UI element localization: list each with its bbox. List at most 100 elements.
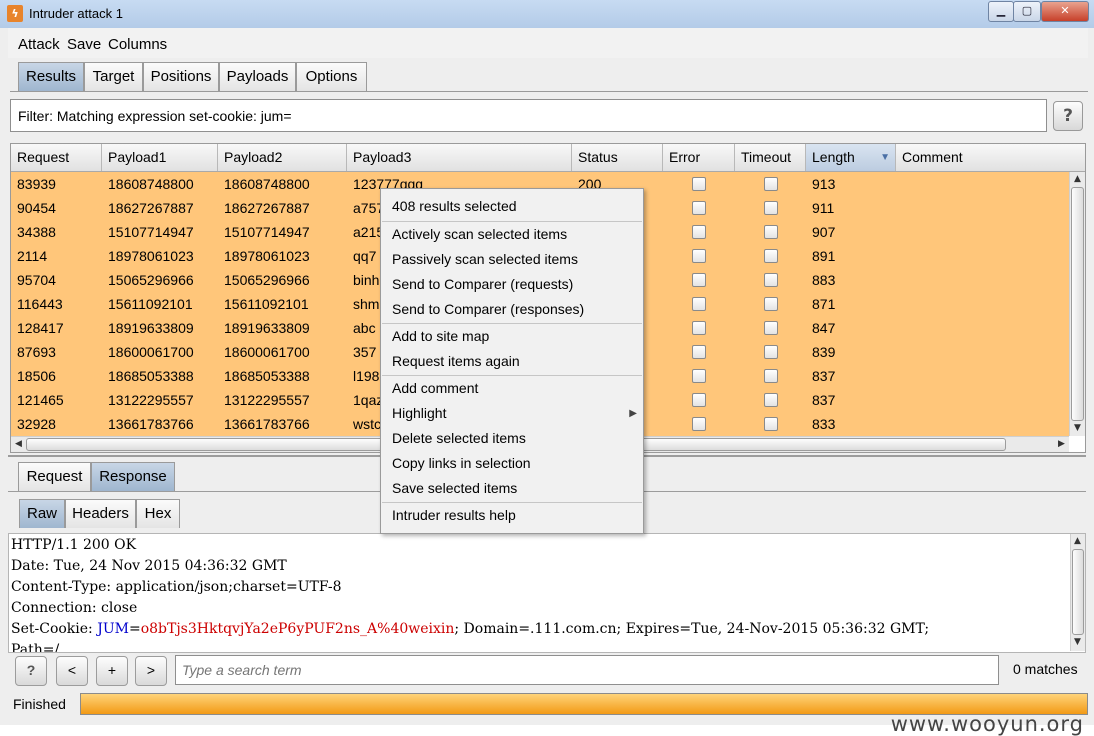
- timeout-checkbox: [764, 393, 778, 407]
- filter-bar[interactable]: Filter: Matching expression set-cookie: …: [10, 99, 1047, 132]
- col-request[interactable]: Request: [11, 144, 102, 171]
- cell-comment: [896, 220, 1069, 244]
- cell-p1: 18627267887: [108, 200, 194, 216]
- timeout-checkbox: [764, 177, 778, 191]
- editor-scroll-thumb[interactable]: [1072, 549, 1084, 635]
- menu-passively-scan[interactable]: Passively scan selected items: [381, 247, 643, 272]
- scroll-right-icon[interactable]: ▶: [1055, 438, 1068, 451]
- menu-add-site-map[interactable]: Add to site map: [381, 324, 643, 349]
- error-checkbox: [692, 345, 706, 359]
- menu-attack[interactable]: Attack: [18, 36, 60, 53]
- col-comment[interactable]: Comment: [896, 144, 1085, 171]
- timeout-checkbox: [764, 345, 778, 359]
- cell-p2: 15065296966: [224, 272, 310, 288]
- col-length[interactable]: Length ▼: [806, 144, 896, 171]
- menu-delete-selected[interactable]: Delete selected items: [381, 426, 643, 451]
- response-line: HTTP/1.1 200 OK: [11, 537, 137, 553]
- error-checkbox: [692, 417, 706, 431]
- col-payload3[interactable]: Payload3: [347, 144, 572, 171]
- cell-request: 32928: [17, 416, 56, 432]
- tab-target[interactable]: Target: [84, 62, 143, 91]
- menu-save[interactable]: Save: [67, 36, 101, 53]
- menu-actively-scan[interactable]: Actively scan selected items: [381, 222, 643, 247]
- response-raw-editor[interactable]: HTTP/1.1 200 OK Date: Tue, 24 Nov 2015 0…: [8, 533, 1086, 653]
- tab-positions[interactable]: Positions: [143, 62, 219, 91]
- tab-raw[interactable]: Raw: [19, 499, 65, 528]
- tab-request[interactable]: Request: [18, 462, 91, 491]
- menu-request-again[interactable]: Request items again: [381, 349, 643, 374]
- col-payload1[interactable]: Payload1: [102, 144, 218, 171]
- cell-p2: 18608748800: [224, 176, 310, 192]
- tab-response[interactable]: Response: [91, 462, 175, 491]
- cell-p2: 18685053388: [224, 368, 310, 384]
- error-checkbox: [692, 369, 706, 383]
- search-prev-button[interactable]: <: [56, 656, 88, 686]
- timeout-checkbox: [764, 225, 778, 239]
- vertical-scroll-thumb[interactable]: [1071, 187, 1084, 421]
- menu-results-help[interactable]: Intruder results help: [381, 503, 643, 528]
- cell-length: 911: [812, 200, 835, 216]
- cell-length: 839: [812, 344, 836, 360]
- timeout-checkbox: [764, 297, 778, 311]
- scroll-down-icon[interactable]: ▼: [1071, 422, 1084, 435]
- menu-send-comparer-responses[interactable]: Send to Comparer (responses): [381, 297, 643, 322]
- search-add-button[interactable]: +: [96, 656, 128, 686]
- scroll-left-icon[interactable]: ◀: [12, 438, 25, 451]
- cell-p1: 18685053388: [108, 368, 194, 384]
- cell-request: 121465: [17, 392, 64, 408]
- cookie-attributes: ; Domain=.111.com.cn; Expires=Tue, 24-No…: [454, 621, 930, 637]
- cell-request: 128417: [17, 320, 64, 336]
- progress-fill: [81, 694, 1087, 714]
- set-cookie-prefix: Set-Cookie:: [11, 621, 98, 637]
- filter-help-button[interactable]: ?: [1053, 101, 1083, 131]
- cell-comment: [896, 412, 1069, 436]
- col-length-label: Length: [812, 149, 855, 165]
- editor-scroll-down-icon[interactable]: ▼: [1071, 636, 1084, 649]
- timeout-checkbox: [764, 369, 778, 383]
- cell-length: 891: [812, 248, 836, 264]
- tab-hex[interactable]: Hex: [136, 499, 180, 528]
- table-vertical-scrollbar[interactable]: ▲ ▼: [1069, 172, 1085, 436]
- col-status[interactable]: Status: [572, 144, 663, 171]
- tab-payloads[interactable]: Payloads: [219, 62, 296, 91]
- response-line: Content-Type: application/json;charset=U…: [11, 579, 342, 595]
- minimize-button[interactable]: ▁: [988, 1, 1014, 22]
- tab-options[interactable]: Options: [296, 62, 367, 91]
- cell-p1: 18919633809: [108, 320, 194, 336]
- editor-scroll-up-icon[interactable]: ▲: [1071, 535, 1084, 548]
- error-checkbox: [692, 201, 706, 215]
- maximize-button[interactable]: ▢: [1013, 1, 1041, 22]
- cell-comment: [896, 244, 1069, 268]
- cell-comment: [896, 292, 1069, 316]
- search-next-button[interactable]: >: [135, 656, 167, 686]
- cell-request: 34388: [17, 224, 56, 240]
- menu-save-selected[interactable]: Save selected items: [381, 476, 643, 501]
- cell-request: 83939: [17, 176, 56, 192]
- search-help-button[interactable]: ?: [15, 656, 47, 686]
- error-checkbox: [692, 225, 706, 239]
- cell-p1: 15107714947: [108, 224, 194, 240]
- col-timeout[interactable]: Timeout: [735, 144, 806, 171]
- cell-p1: 18608748800: [108, 176, 194, 192]
- cell-p1: 15611092101: [108, 296, 193, 312]
- error-checkbox: [692, 393, 706, 407]
- window-title: Intruder attack 1: [29, 6, 123, 21]
- col-payload2[interactable]: Payload2: [218, 144, 347, 171]
- menu-add-comment[interactable]: Add comment: [381, 376, 643, 401]
- scroll-up-icon[interactable]: ▲: [1071, 173, 1084, 186]
- cell-length: 847: [812, 320, 836, 336]
- search-input[interactable]: [175, 655, 999, 685]
- timeout-checkbox: [764, 321, 778, 335]
- menu-send-comparer-requests[interactable]: Send to Comparer (requests): [381, 272, 643, 297]
- menu-highlight[interactable]: Highlight ▶: [381, 401, 643, 426]
- close-button[interactable]: ✕: [1041, 1, 1089, 22]
- cell-p1: 15065296966: [108, 272, 194, 288]
- tab-headers[interactable]: Headers: [65, 499, 136, 528]
- menu-columns[interactable]: Columns: [108, 36, 167, 53]
- tab-results[interactable]: Results: [18, 62, 84, 91]
- editor-vertical-scrollbar[interactable]: ▲ ▼: [1070, 534, 1085, 651]
- cell-comment: [896, 196, 1069, 220]
- col-error[interactable]: Error: [663, 144, 735, 171]
- cell-request: 18506: [17, 368, 56, 384]
- menu-copy-links[interactable]: Copy links in selection: [381, 451, 643, 476]
